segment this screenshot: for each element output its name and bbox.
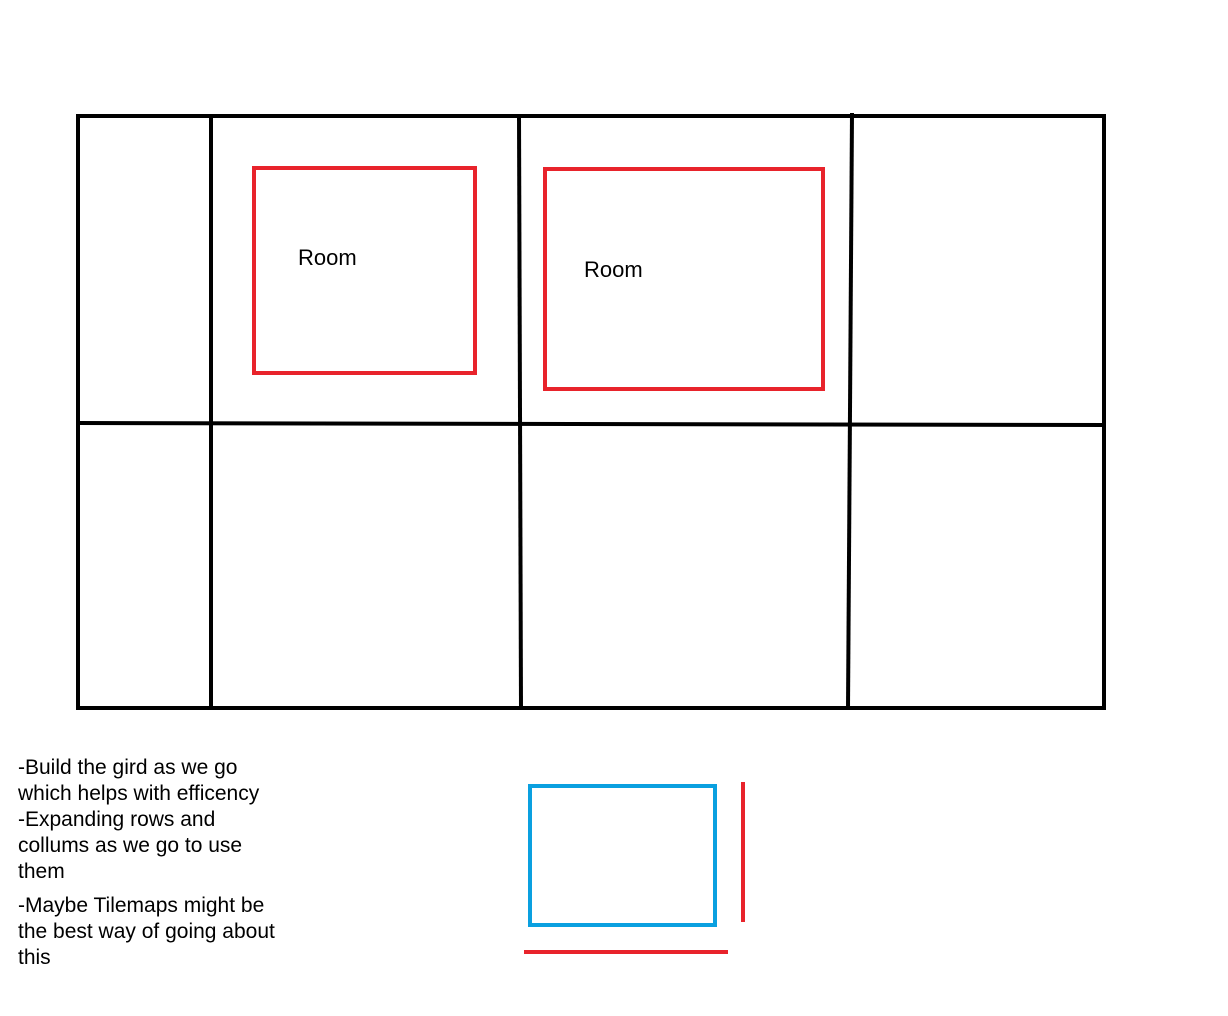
- room-box-1: [252, 166, 477, 375]
- tile-box: [528, 784, 717, 927]
- room-label-2: Room: [584, 257, 643, 282]
- grid-row-divider: [77, 421, 1107, 427]
- notes-list: -Build the gird as we go which helps wit…: [18, 755, 318, 971]
- grid-column-divider-3: [846, 112, 854, 709]
- note-item-3: -Maybe Tilemaps might be the best way of…: [18, 894, 275, 969]
- room-label-1: Room: [298, 245, 357, 270]
- grid-column-divider-2: [517, 115, 523, 709]
- note-item-1: -Build the gird as we go which helps wit…: [18, 756, 260, 805]
- note-item-2: -Expanding rows and collums as we go to …: [18, 808, 243, 883]
- grid-outer-frame: [76, 114, 1106, 710]
